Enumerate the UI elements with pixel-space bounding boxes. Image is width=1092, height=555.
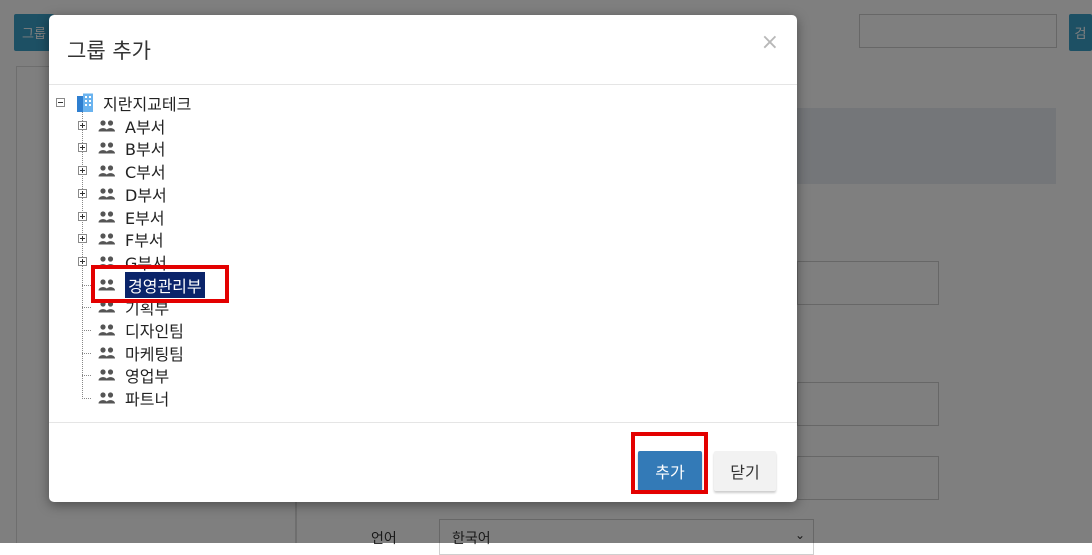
users-icon <box>98 188 115 200</box>
tree-node-label: 파트너 <box>125 390 170 410</box>
building-icon <box>77 93 93 112</box>
tree-node[interactable]: G부서 <box>98 251 167 273</box>
close-icon[interactable]: × <box>761 32 779 54</box>
users-icon <box>98 324 115 336</box>
users-icon <box>98 278 115 291</box>
modal-body: 지란지교테크 A부서 B부서 C부서 D부서 E부서 F부서 G부서 경영관리부 기획부디자인팀마… <box>49 85 797 422</box>
tree-node-label: G부서 <box>125 253 167 273</box>
tree-node[interactable]: A부서 <box>98 115 165 137</box>
root-expander-expanded[interactable] <box>56 98 65 107</box>
tree-node[interactable]: 영업부 <box>98 364 169 386</box>
modal-title: 그룹 추가 <box>67 39 151 63</box>
tree-node-label: A부서 <box>125 117 166 137</box>
users-icon <box>98 210 115 222</box>
tree-node[interactable]: B부서 <box>98 137 165 159</box>
tree-node[interactable]: F부서 <box>98 228 164 250</box>
tree-node-label: C부서 <box>125 163 166 183</box>
users-icon <box>98 142 115 154</box>
add-group-modal: 그룹 추가 × 지란지교테크 A부서 B부서 C부서 D부서 E부서 F부서 G부서 경영관리부… <box>49 15 797 502</box>
tree-expander-collapsed[interactable] <box>78 188 87 198</box>
tree-node-label: E부서 <box>125 208 165 228</box>
users-icon <box>98 256 115 268</box>
tree-node-label: 디자인팀 <box>125 322 184 341</box>
tree-expander-collapsed[interactable] <box>78 143 87 153</box>
tree-connector <box>82 284 91 286</box>
tree-connector <box>82 352 91 354</box>
tree-node-label-selected: 경영관리부 <box>125 271 205 298</box>
tree-node[interactable]: E부서 <box>98 206 165 228</box>
tree-node[interactable]: 경영관리부 <box>98 271 205 298</box>
tree-node[interactable]: C부서 <box>98 160 166 182</box>
tree-node-label: 기획부 <box>125 299 170 319</box>
tree-node-label: 지란지교테크 <box>103 95 192 114</box>
users-icon <box>98 165 115 177</box>
tree-connector <box>82 330 91 331</box>
tree-connector <box>82 112 83 400</box>
close-button[interactable]: 닫기 <box>714 451 776 491</box>
tree-connector <box>82 398 91 400</box>
users-icon <box>98 347 115 359</box>
modal-footer: 추가 닫기 <box>49 422 797 502</box>
tree-node-label: D부서 <box>125 185 167 205</box>
tree-connector <box>82 375 91 377</box>
tree-node-label: 마케팅팀 <box>125 344 184 364</box>
modal-header: 그룹 추가 × <box>49 15 797 85</box>
tree-node[interactable]: 마케팅팀 <box>98 342 184 364</box>
tree-expander-collapsed[interactable] <box>78 120 87 130</box>
tree-node[interactable]: 파트너 <box>98 387 169 409</box>
users-icon <box>98 392 115 404</box>
add-button[interactable]: 추가 <box>638 451 702 491</box>
tree-node[interactable]: 디자인팀 <box>98 319 184 341</box>
tree-node-label: F부서 <box>125 231 164 251</box>
tree-expander-collapsed[interactable] <box>78 166 87 176</box>
users-icon <box>98 301 115 313</box>
users-icon <box>98 233 115 245</box>
tree-expander-collapsed[interactable] <box>78 234 87 244</box>
tree-expander-collapsed[interactable] <box>78 256 87 266</box>
tree-expander-collapsed[interactable] <box>78 211 87 221</box>
tree-node-label: B부서 <box>125 140 166 160</box>
users-icon <box>98 369 115 381</box>
tree-node-label: 영업부 <box>125 367 170 387</box>
users-icon <box>98 120 115 132</box>
tree-node-root[interactable]: 지란지교테크 <box>76 92 191 114</box>
tree-node[interactable]: 기획부 <box>98 296 169 318</box>
tree-node[interactable]: D부서 <box>98 183 167 205</box>
tree-connector <box>82 307 91 309</box>
